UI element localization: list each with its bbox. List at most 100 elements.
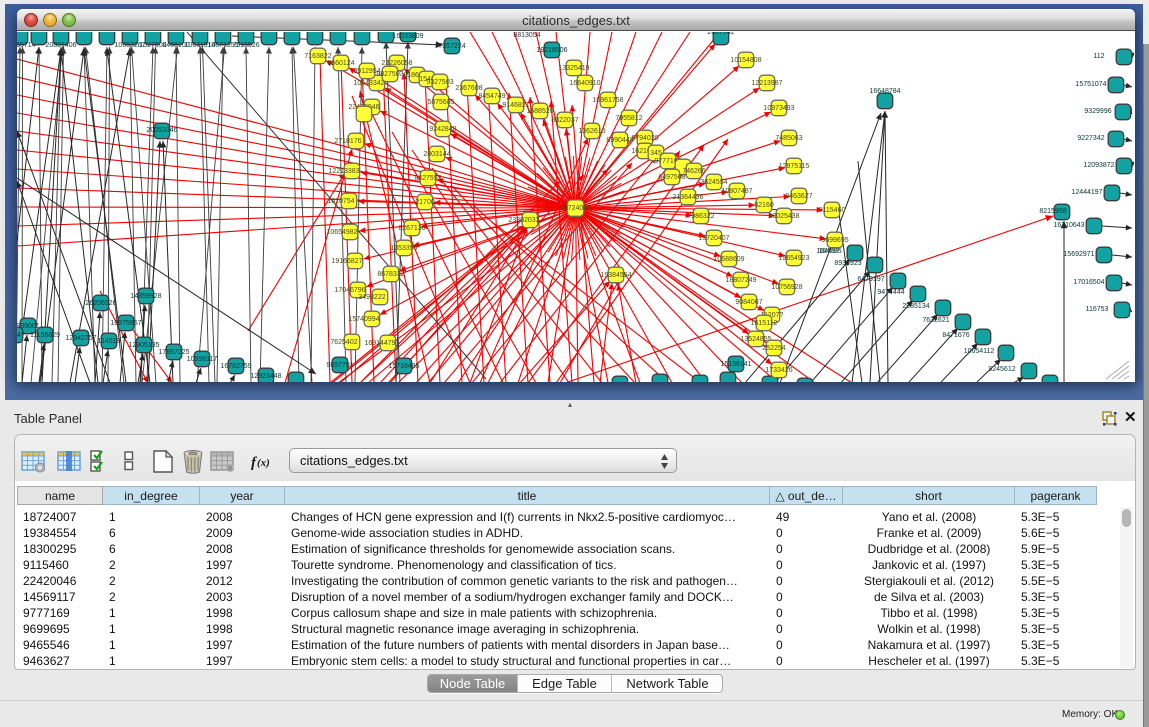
- svg-text:9827503: 9827503: [376, 71, 403, 78]
- svg-text:1362615: 1362615: [578, 128, 605, 135]
- svg-text:8454749: 8454749: [478, 93, 505, 100]
- svg-text:164095: 164095: [818, 248, 841, 255]
- svg-text:7625402: 7625402: [330, 339, 357, 346]
- svg-text:19654923: 19654923: [778, 255, 809, 262]
- svg-text:19384554: 19384554: [600, 272, 631, 279]
- svg-text:9245612: 9245612: [988, 366, 1015, 373]
- svg-text:8990448: 8990448: [606, 137, 633, 144]
- svg-text:1610754: 1610754: [327, 198, 354, 205]
- svg-text:10654112: 10654112: [964, 348, 995, 355]
- svg-text:10154808: 10154808: [730, 57, 761, 64]
- svg-text:114519: 114519: [98, 338, 121, 345]
- svg-text:(x): (x): [257, 457, 270, 469]
- svg-text:12213383: 12213383: [328, 168, 359, 175]
- svg-text:6497568: 6497568: [658, 174, 685, 181]
- svg-text:10756928: 10756928: [771, 284, 802, 291]
- svg-text:17046796: 17046796: [334, 287, 365, 294]
- svg-text:9699695: 9699695: [821, 237, 848, 244]
- svg-text:16782759: 16782759: [220, 363, 251, 370]
- svg-text:12444197: 12444197: [1071, 189, 1102, 196]
- svg-text:10975857: 10975857: [110, 320, 141, 327]
- svg-text:12905135: 12905135: [128, 342, 159, 349]
- svg-text:7632621: 7632621: [922, 317, 949, 324]
- svg-text:9463627: 9463627: [785, 193, 812, 200]
- svg-text:6479197: 6479197: [857, 276, 884, 283]
- svg-text:746266: 746266: [682, 168, 705, 175]
- svg-text:7515526: 7515526: [232, 42, 259, 49]
- svg-text:16033809: 16033809: [392, 33, 423, 40]
- svg-text:8471676: 8471676: [942, 332, 969, 339]
- svg-text:7986322: 7986322: [687, 213, 714, 220]
- svg-text:8427552: 8427552: [414, 175, 441, 182]
- svg-text:15136141: 15136141: [720, 361, 751, 368]
- svg-text:7485063: 7485063: [775, 135, 802, 142]
- svg-text:7357224: 7357224: [438, 43, 465, 50]
- svg-text:10025438: 10025438: [768, 213, 799, 220]
- svg-text:12942757: 12942757: [65, 335, 96, 342]
- svg-text:11156829: 11156829: [30, 332, 60, 339]
- svg-text:9474444: 9474444: [877, 289, 904, 296]
- svg-text:23302033: 23302033: [508, 217, 539, 224]
- svg-text:21700: 21700: [415, 199, 435, 206]
- svg-text:1733426: 1733426: [765, 367, 792, 374]
- svg-text:10807487: 10807487: [721, 188, 752, 195]
- svg-text:18724007: 18724007: [560, 205, 591, 212]
- svg-text:16210643: 16210643: [1053, 222, 1084, 229]
- svg-text:8660124: 8660124: [327, 60, 354, 67]
- svg-text:26206526: 26206526: [85, 300, 116, 307]
- svg-text:14359928: 14359928: [130, 293, 161, 300]
- svg-text:13325419: 13325419: [558, 65, 589, 72]
- svg-text:7955812: 7955812: [615, 115, 642, 122]
- svg-text:12923448: 12923448: [250, 373, 281, 380]
- svg-text:6794028: 6794028: [631, 135, 658, 142]
- svg-text:9115460: 9115460: [819, 207, 846, 214]
- svg-text:21364436: 21364436: [672, 194, 703, 201]
- svg-text:17016504: 17016504: [1073, 279, 1104, 286]
- svg-text:8215958: 8215958: [1039, 208, 1066, 215]
- svg-text:16640910: 16640910: [569, 80, 600, 87]
- svg-text:19166827: 19166827: [331, 258, 362, 265]
- svg-text:1615112: 1615112: [751, 320, 778, 327]
- svg-text:9327503: 9327503: [426, 79, 453, 86]
- svg-text:15751074: 15751074: [1075, 81, 1106, 88]
- svg-text:8678332: 8678332: [377, 271, 404, 278]
- svg-text:1353359: 1353359: [390, 245, 417, 252]
- svg-text:12213987: 12213987: [751, 80, 782, 87]
- svg-text:12093872: 12093872: [1083, 162, 1114, 169]
- svg-text:252254: 252254: [762, 345, 785, 352]
- svg-text:9657791: 9657791: [326, 362, 353, 369]
- svg-text:2718176: 2718176: [334, 138, 361, 145]
- svg-text:17957225: 17957225: [158, 349, 189, 356]
- svg-text:15740994: 15740994: [348, 316, 379, 323]
- svg-text:10654982: 10654982: [326, 229, 357, 236]
- svg-text:2935134: 2935134: [902, 303, 929, 310]
- svg-text:15716485: 15716485: [388, 363, 419, 370]
- svg-text:2367608: 2367608: [455, 85, 482, 92]
- svg-text:20891406: 20891406: [45, 42, 76, 49]
- svg-text:9329996: 9329996: [1084, 108, 1111, 115]
- svg-text:7163822: 7163822: [304, 53, 331, 60]
- svg-text:15720407: 15720407: [698, 235, 729, 242]
- svg-text:8322037: 8322037: [551, 117, 578, 124]
- svg-text:8813054: 8813054: [513, 32, 540, 39]
- svg-text:116753: 116753: [1086, 306, 1109, 313]
- svg-text:12975115: 12975115: [779, 163, 810, 170]
- svg-text:16648784: 16648784: [869, 88, 900, 95]
- svg-text:2087642: 2087642: [707, 32, 734, 36]
- svg-text:3624554: 3624554: [700, 179, 727, 186]
- svg-text:15692971: 15692971: [1063, 251, 1094, 258]
- svg-text:10973493: 10973493: [763, 105, 794, 112]
- svg-text:18807249: 18807249: [725, 277, 756, 284]
- svg-text:2803144: 2803144: [423, 151, 450, 158]
- svg-text:8267130: 8267130: [398, 225, 425, 232]
- svg-text:62160: 62160: [754, 202, 774, 209]
- svg-text:10961758: 10961758: [592, 97, 623, 104]
- svg-text:10688609: 10688609: [713, 256, 744, 263]
- svg-text:112: 112: [1093, 53, 1104, 60]
- svg-text:10543342: 10543342: [353, 80, 384, 87]
- svg-text:9084067: 9084067: [735, 299, 762, 306]
- svg-text:3498222: 3498222: [358, 294, 385, 301]
- svg-text:16914479: 16914479: [364, 340, 395, 347]
- svg-text:5875685: 5875685: [427, 99, 454, 106]
- svg-text:10958117: 10958117: [187, 356, 218, 363]
